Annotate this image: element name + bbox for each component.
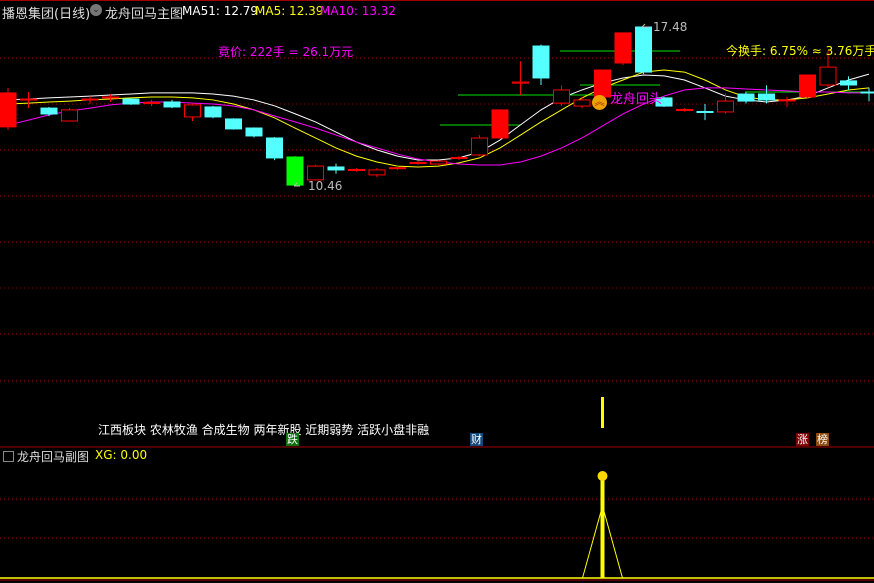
candle-body: [778, 99, 796, 102]
candle-body: [102, 96, 119, 99]
candle-body: [758, 93, 775, 101]
signal-marker-bar: [601, 397, 604, 428]
turnover-info: 今换手: 6.75% ≈ 3.76万手: [726, 44, 874, 58]
candle-body: [204, 106, 222, 118]
chart-canvas[interactable]: [0, 0, 874, 583]
candle-body: [491, 109, 509, 139]
high-price-label: 17.48: [653, 20, 688, 34]
candle-body: [143, 101, 160, 104]
ma5-value: MA5: 12.39: [255, 4, 324, 18]
candle-body: [409, 161, 427, 164]
candle-body: [225, 118, 242, 130]
auction-info: 竟价: 222手 = 26.1万元: [218, 45, 354, 59]
candle-body: [0, 92, 17, 128]
signal-label: 龙舟回头: [610, 92, 663, 107]
candle-body: [184, 104, 201, 118]
candle-body: [40, 107, 58, 115]
sub-panel-icon[interactable]: [3, 451, 14, 462]
high-arrow: [641, 23, 650, 28]
candle-body: [819, 66, 837, 86]
ma5-line: [7, 69, 870, 168]
ma51-line: [7, 73, 870, 161]
tag-fall[interactable]: 跌: [286, 433, 299, 446]
tag-rise[interactable]: 涨: [796, 433, 809, 446]
candle-body: [122, 98, 140, 105]
candle-body: [286, 156, 304, 186]
candle-body: [676, 108, 693, 111]
candle-body: [389, 167, 406, 170]
tag-rank[interactable]: 榜: [816, 433, 829, 446]
candle-body: [245, 127, 263, 137]
indicator-name[interactable]: 龙舟回马主图: [105, 3, 183, 22]
candle-body: [81, 98, 99, 101]
candle-body: [471, 137, 488, 156]
stock-chart-window: 播恩集团(日线) ⌄ 龙舟回马主图 MA51: 12.79 MA5: 12.39…: [0, 0, 874, 583]
candle-body: [553, 89, 570, 104]
ma51-value: MA51: 12.79: [182, 4, 259, 18]
candle-body: [635, 26, 652, 73]
dropdown-chevron-icon[interactable]: ⌄: [90, 4, 102, 16]
ma10-value: MA10: 13.32: [320, 4, 397, 18]
stock-title: 播恩集团(日线): [2, 7, 91, 22]
xg-dot: [597, 471, 608, 481]
candle-body: [61, 109, 78, 122]
signal-arrow-icon: ︽: [592, 95, 607, 110]
candle-body: [532, 45, 550, 79]
candle-body: [717, 100, 734, 113]
candle-body: [512, 81, 529, 84]
candle-body: [614, 32, 632, 64]
candle-body: [307, 165, 324, 181]
candle-body: [799, 74, 816, 98]
candle-body: [450, 156, 468, 159]
low-price-label: 10.46: [308, 179, 343, 193]
candle-body: [696, 110, 714, 113]
candle-body: [860, 91, 874, 94]
candle-body: [840, 80, 857, 86]
candle-body: [163, 101, 181, 108]
candle-body: [737, 93, 755, 102]
candle-body: [266, 137, 283, 159]
candle-body: [20, 98, 37, 101]
xg-value: XG: 0.00: [95, 448, 148, 462]
candle-body: [348, 168, 365, 171]
sub-indicator-name[interactable]: 龙舟回马副图: [17, 448, 89, 465]
xg-stick: [600, 476, 605, 578]
candle-body: [430, 160, 447, 165]
candle-body: [594, 69, 611, 98]
concept-tags: 江西板块 农林牧渔 合成生物 两年新股 近期弱势 活跃小盘非融: [98, 423, 430, 437]
candle-body: [327, 166, 345, 171]
candle-body: [368, 169, 386, 176]
tag-finance[interactable]: 财: [470, 433, 483, 446]
candle-body: [573, 99, 591, 107]
